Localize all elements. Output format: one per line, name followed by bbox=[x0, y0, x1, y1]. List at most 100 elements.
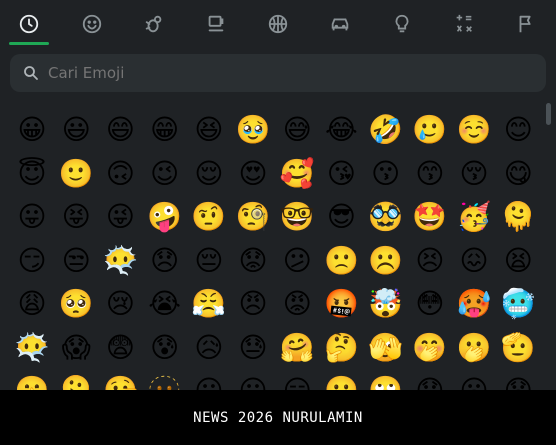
emoji-button[interactable]: 😬 bbox=[323, 373, 359, 390]
emoji-button[interactable]: 😫 bbox=[500, 243, 536, 279]
emoji-button[interactable]: 🤥 bbox=[102, 373, 138, 390]
emoji-button[interactable]: 😌 bbox=[191, 156, 227, 192]
emoji-button[interactable]: 😎 bbox=[323, 199, 359, 235]
scroll-thumb[interactable] bbox=[546, 103, 551, 125]
emoji-button[interactable]: 🤬 bbox=[323, 286, 359, 322]
emoji-button[interactable]: 🫢 bbox=[456, 330, 492, 366]
search-bar[interactable] bbox=[10, 54, 546, 92]
emoji-button[interactable]: 🤯 bbox=[368, 286, 404, 322]
emoji-button[interactable]: 😰 bbox=[147, 330, 183, 366]
emoji-button[interactable]: 😡 bbox=[279, 286, 315, 322]
emoji-button[interactable]: 😭 bbox=[147, 286, 183, 322]
emoji-button[interactable]: 😖 bbox=[456, 243, 492, 279]
emoji-button[interactable]: 🤣 bbox=[368, 112, 404, 148]
emoji-button[interactable]: 🫡 bbox=[500, 330, 536, 366]
emoji-button[interactable]: 🥹 bbox=[235, 112, 271, 148]
food-tab[interactable] bbox=[196, 0, 236, 48]
emoji-button[interactable]: 😒 bbox=[58, 243, 94, 279]
emoji-button[interactable]: ☹️ bbox=[368, 243, 404, 279]
animals-tab[interactable] bbox=[134, 0, 174, 48]
emoji-button[interactable]: 😣 bbox=[412, 243, 448, 279]
emoji-button[interactable]: 😄 bbox=[102, 112, 138, 148]
emoji-button[interactable]: 😘 bbox=[323, 156, 359, 192]
emoji-button[interactable]: 😳 bbox=[412, 286, 448, 322]
emoji-button[interactable]: 😋 bbox=[500, 156, 536, 192]
emoji-button[interactable]: 😞 bbox=[147, 243, 183, 279]
scrollbar[interactable] bbox=[545, 97, 553, 390]
smileys-tab[interactable] bbox=[72, 0, 112, 48]
emoji-button[interactable]: 🥸 bbox=[368, 199, 404, 235]
emoji-button[interactable]: 😗 bbox=[368, 156, 404, 192]
search-input[interactable] bbox=[48, 64, 528, 82]
emoji-button[interactable]: 😏 bbox=[14, 243, 50, 279]
activities-tab[interactable] bbox=[258, 0, 298, 48]
emoji-button[interactable]: 😀 bbox=[14, 112, 50, 148]
emoji-button[interactable]: 🙂 bbox=[58, 156, 94, 192]
emoji-button[interactable]: 🫠 bbox=[500, 199, 536, 235]
emoji-button[interactable]: 😩 bbox=[14, 286, 50, 322]
emoji-button[interactable]: 😶 bbox=[191, 373, 227, 390]
emoji-button[interactable]: 🤔 bbox=[323, 330, 359, 366]
emoji-button[interactable]: 🙃 bbox=[102, 156, 138, 192]
emoji-button[interactable]: 🥳 bbox=[456, 199, 492, 235]
travel-tab[interactable] bbox=[320, 0, 360, 48]
recent-tab[interactable] bbox=[9, 0, 49, 48]
emoji-button[interactable]: 😁 bbox=[147, 112, 183, 148]
emoji-button[interactable]: 😐 bbox=[235, 373, 271, 390]
emoji-button[interactable]: 🥺 bbox=[58, 286, 94, 322]
emoji-button[interactable]: 🙁 bbox=[323, 243, 359, 279]
footer-banner: NEWS 2026 NURULAMIN bbox=[0, 390, 556, 445]
emoji-button[interactable]: 😍 bbox=[235, 156, 271, 192]
emoji-button[interactable]: 😠 bbox=[235, 286, 271, 322]
emoji-button[interactable]: 😱 bbox=[58, 330, 94, 366]
emoji-button[interactable]: 😢 bbox=[102, 286, 138, 322]
emoji-button[interactable]: 😤 bbox=[191, 286, 227, 322]
emoji-button[interactable]: 😚 bbox=[456, 156, 492, 192]
emoji-button[interactable]: 🥰 bbox=[279, 156, 315, 192]
emoji-button[interactable]: 😯 bbox=[412, 373, 448, 390]
emoji-button[interactable]: 😨 bbox=[102, 330, 138, 366]
emoji-button[interactable]: 🙄 bbox=[368, 373, 404, 390]
emoji-button[interactable]: 🫥 bbox=[147, 373, 183, 390]
emoji-button[interactable]: 😦 bbox=[456, 373, 492, 390]
objects-tab[interactable] bbox=[382, 0, 422, 48]
emoji-button[interactable]: 😕 bbox=[279, 243, 315, 279]
emoji-button[interactable]: 😆 bbox=[191, 112, 227, 148]
emoji-button[interactable]: 😜 bbox=[102, 199, 138, 235]
emoji-button[interactable]: 😂 bbox=[323, 112, 359, 148]
emoji-button[interactable]: 🫣 bbox=[368, 330, 404, 366]
emoji-button[interactable]: 😙 bbox=[412, 156, 448, 192]
emoji-row: 😛 😝 😜 🤪 🤨 🧐 🤓 😎 🥸 🤩 🥳 🫠 bbox=[0, 199, 540, 243]
emoji-button[interactable]: 😝 bbox=[58, 199, 94, 235]
symbols-tab[interactable] bbox=[444, 0, 484, 48]
emoji-button[interactable]: ☺️ bbox=[456, 112, 492, 148]
emoji-button[interactable]: 😟 bbox=[235, 243, 271, 279]
emoji-button[interactable]: 😥 bbox=[191, 330, 227, 366]
emoji-button[interactable]: 🤗 bbox=[279, 330, 315, 366]
emoji-button[interactable]: 🤫 bbox=[14, 373, 50, 390]
emoji-button[interactable]: 🥶 bbox=[500, 286, 536, 322]
emoji-button[interactable]: 😇 bbox=[14, 156, 50, 192]
emoji-button[interactable]: 😶‍🌫️ bbox=[102, 243, 138, 279]
emoji-button[interactable]: 🤓 bbox=[279, 199, 315, 235]
emoji-button[interactable]: 🧐 bbox=[235, 199, 271, 235]
emoji-button[interactable]: 🤨 bbox=[191, 199, 227, 235]
flags-tab[interactable] bbox=[506, 0, 546, 48]
emoji-button[interactable]: 😊 bbox=[500, 112, 536, 148]
emoji-button[interactable]: 😉 bbox=[147, 156, 183, 192]
emoji-button[interactable]: 🥵 bbox=[456, 286, 492, 322]
emoji-button[interactable]: 🤩 bbox=[412, 199, 448, 235]
emoji-button[interactable]: 😃 bbox=[58, 112, 94, 148]
emoji-button[interactable]: 😑 bbox=[279, 373, 315, 390]
emoji-button[interactable]: 😓 bbox=[235, 330, 271, 366]
emoji-button[interactable]: 😶‍🌫️ bbox=[14, 330, 50, 366]
emoji-button[interactable]: 🤭 bbox=[412, 330, 448, 366]
emoji-button[interactable]: 😧 bbox=[500, 373, 536, 390]
emoji-button[interactable]: 😔 bbox=[191, 243, 227, 279]
emoji-button[interactable]: 🥲 bbox=[412, 112, 448, 148]
emoji-button[interactable]: 🫠 bbox=[58, 373, 94, 390]
emoji-button[interactable]: 😛 bbox=[14, 199, 50, 235]
emoji-row: 😏 😒 😶‍🌫️ 😞 😔 😟 😕 🙁 ☹️ 😣 😖 😫 bbox=[0, 243, 540, 287]
emoji-button[interactable]: 🤪 bbox=[147, 199, 183, 235]
emoji-button[interactable]: 😅 bbox=[279, 112, 315, 148]
